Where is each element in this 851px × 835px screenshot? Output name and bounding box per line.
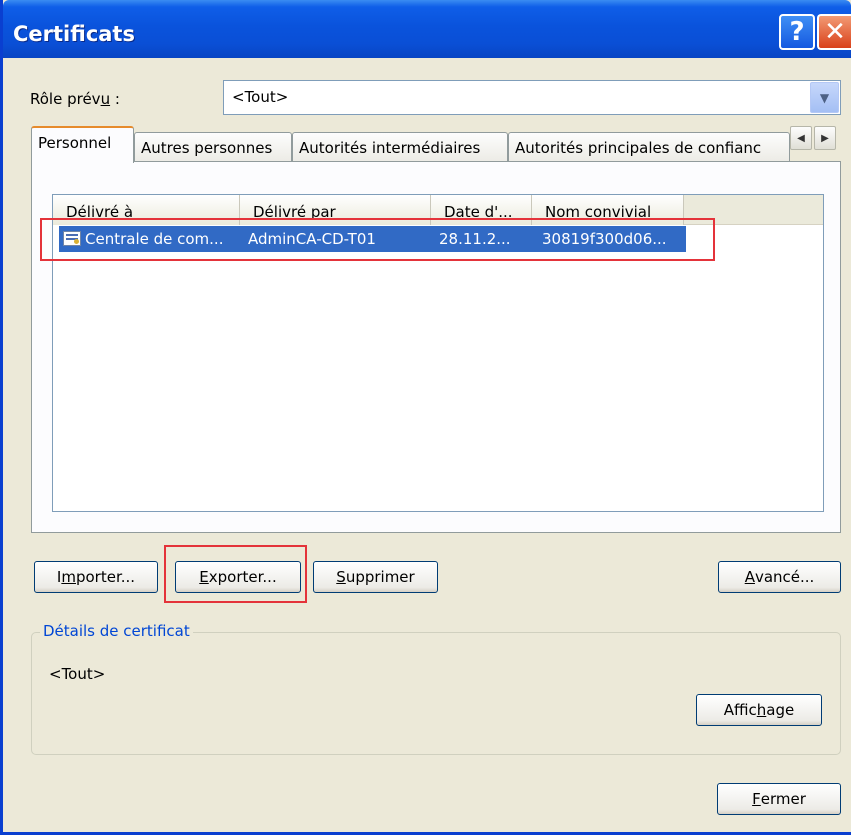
- highlight-export-box: [164, 545, 307, 603]
- tab-trusted-root-authorities[interactable]: Autorités principales de confianc: [508, 132, 790, 162]
- close-button[interactable]: Fermer: [717, 783, 841, 815]
- tab-scroll-buttons: ◀ ▶: [790, 126, 836, 150]
- chevron-left-icon[interactable]: ◀: [790, 126, 812, 150]
- delete-button[interactable]: Supprimer: [313, 561, 438, 593]
- window-title: Certificats: [13, 22, 135, 46]
- details-value: <Tout>: [49, 665, 106, 683]
- close-window-button[interactable]: ✕: [817, 14, 851, 50]
- role-label: Rôle prévu :: [30, 90, 120, 108]
- close-icon: ✕: [824, 17, 846, 47]
- tab-intermediate-authorities[interactable]: Autorités intermédiaires: [292, 132, 508, 162]
- view-button[interactable]: Affic h age: [696, 694, 822, 726]
- advanced-button[interactable]: Avancé...: [718, 561, 841, 593]
- certificates-dialog: Certificats ? ✕ Rôle prévu : <Tout> ▼ Pe…: [0, 0, 851, 835]
- chevron-right-icon[interactable]: ▶: [814, 126, 836, 150]
- chevron-down-icon[interactable]: ▼: [810, 82, 839, 113]
- role-select[interactable]: <Tout> ▼: [223, 80, 841, 115]
- tab-personnel[interactable]: Personnel: [31, 126, 134, 163]
- title-bar[interactable]: Certificats ? ✕: [3, 0, 851, 58]
- tab-panel: Délivré à Délivré par Date d'... Nom con…: [31, 161, 841, 533]
- help-button[interactable]: ?: [779, 14, 815, 50]
- role-select-value: <Tout>: [232, 88, 289, 106]
- tab-other-people[interactable]: Autres personnes: [134, 132, 292, 162]
- help-icon: ?: [789, 17, 805, 47]
- details-group-title: Détails de certificat: [40, 622, 193, 640]
- highlight-row-box: [40, 218, 715, 261]
- import-button[interactable]: Im porter...: [34, 561, 158, 593]
